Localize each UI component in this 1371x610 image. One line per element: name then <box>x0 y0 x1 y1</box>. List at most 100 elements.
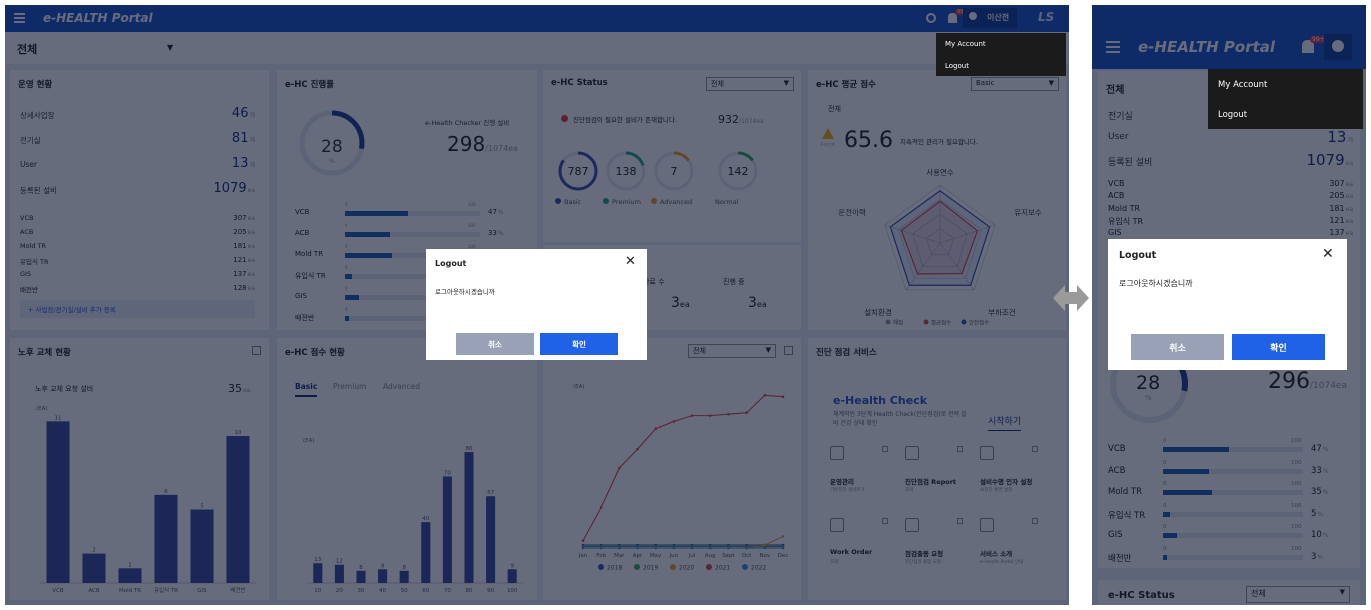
close-icon[interactable]: ✕ <box>625 255 636 268</box>
brand-logo[interactable]: e-HEALTH Portal <box>1138 38 1275 56</box>
external-link-icon[interactable] <box>252 346 261 355</box>
bar-data-label: 8 <box>359 565 363 571</box>
hamburger-icon[interactable] <box>1106 41 1120 53</box>
external-link-icon[interactable] <box>1032 446 1038 452</box>
mobile-filter-value[interactable]: 전체 <box>1106 81 1124 96</box>
service-item-icon[interactable] <box>905 446 919 460</box>
mobile-status-select[interactable]: 전체 <box>1246 586 1350 603</box>
bar-data-label: 10 <box>235 430 242 436</box>
gear-icon[interactable] <box>926 13 936 23</box>
service-item-title[interactable]: 설비수명 인자 설정 <box>980 476 1032 486</box>
series-line <box>582 394 784 541</box>
ops-sub-unit: ea <box>247 285 255 292</box>
x-tick-label: Apr <box>633 553 643 559</box>
progress-fill <box>345 274 352 279</box>
score-select[interactable]: Basic <box>971 77 1059 91</box>
service-item-icon[interactable] <box>980 446 994 460</box>
service-item-title[interactable]: 서비스 소개 <box>980 548 1012 558</box>
aging-bar-chart: (EA) 11 VCB 2 ACB 1 Mold TR 6 유입식 TR 5 GIS 10 배전반 <box>36 406 256 594</box>
trend-select[interactable]: 전체 <box>688 344 776 358</box>
scoredist-tab[interactable]: Basic <box>295 382 318 397</box>
progress-track <box>1163 490 1303 495</box>
ops-row-value: 81개 <box>232 131 255 146</box>
status-title: e-HC Status <box>551 78 608 88</box>
progress-pct-value: 35 <box>1311 487 1322 497</box>
bar <box>190 509 214 583</box>
series-point <box>654 427 658 431</box>
legend-dot <box>670 564 676 570</box>
bar-data-label: 8 <box>402 565 406 571</box>
ops-sub-count: 181 <box>233 242 247 250</box>
progress-fill <box>1163 490 1212 495</box>
brand-logo[interactable]: e-HEALTH Portal <box>43 11 153 25</box>
service-item-title[interactable]: Work Order <box>830 548 872 556</box>
service-item-sub: e-Health Portal 안내 <box>980 560 1024 565</box>
scoredist-tab[interactable]: Advanced <box>383 382 420 395</box>
ops-sub-value: 121ea <box>233 256 255 264</box>
radar-legend-dot <box>923 319 929 325</box>
aging-req-count: 35 <box>228 382 242 395</box>
status-circle-value: 787 <box>568 165 589 178</box>
status-circle: 138 <box>606 151 646 191</box>
progress-fill <box>1163 447 1229 452</box>
checker-total: /1074ea <box>485 144 519 153</box>
series-point <box>781 395 785 399</box>
donut-value: 28 <box>321 137 343 157</box>
x-tick-label: 60 <box>422 588 429 594</box>
close-icon[interactable]: ✕ <box>1322 247 1334 261</box>
service-item-icon[interactable] <box>830 518 844 532</box>
cancel-button[interactable]: 취소 <box>456 333 534 355</box>
external-link-icon[interactable] <box>784 346 793 355</box>
ops-sub-label: Mold TR <box>20 242 47 250</box>
cancel-button[interactable]: 취소 <box>1131 334 1224 360</box>
service-item-title[interactable]: 점검출동 요청 <box>905 548 943 558</box>
start-button[interactable]: 시작하기 <box>988 414 1022 431</box>
radar-legend-label: 안전점수 <box>969 319 989 326</box>
alert-icon <box>561 115 568 122</box>
service-item-icon[interactable] <box>905 518 919 532</box>
x-tick-label: Jan <box>578 553 588 559</box>
mobile-screen: e-HEALTH Portal 99+ 전체 전기실 User 13개 등록된 설비 1… <box>1092 5 1366 605</box>
scale-max: 100 <box>1291 524 1302 530</box>
external-link-icon[interactable] <box>1032 518 1038 524</box>
ops-sub-count: 205 <box>233 228 247 236</box>
menu-my-account[interactable]: My Account <box>1218 80 1267 90</box>
user-menu[interactable]: 이산전 <box>963 8 1017 28</box>
radar-axis-label: 유지보수 <box>1014 208 1042 217</box>
scoredist-tab[interactable]: Premium <box>333 382 366 395</box>
progress-fill <box>345 316 350 321</box>
aging-req-unit: ea <box>243 387 251 394</box>
site-filter[interactable]: 전체 ▼ <box>17 41 177 57</box>
add-register-link[interactable]: + 사업장/전기실/설비 추가 등록 <box>20 300 255 318</box>
status-legend: Normal <box>715 198 739 206</box>
ops-sub-unit: ea <box>247 229 255 236</box>
menu-my-account[interactable]: My Account <box>945 40 986 48</box>
service-item-title[interactable]: 운영관리 <box>830 476 854 486</box>
service-item-icon[interactable] <box>980 518 994 532</box>
service-item-icon[interactable] <box>830 446 844 460</box>
chevron-down-icon: ▼ <box>167 43 174 52</box>
legend-dot <box>634 564 640 570</box>
bar-data-label: 2 <box>92 548 96 554</box>
menu-logout[interactable]: Logout <box>1218 110 1247 120</box>
ops-sub-value: 307ea <box>233 214 255 222</box>
hamburger-icon[interactable] <box>14 13 25 23</box>
ops-rows: 상세사업장 46개 전기실 81개 User 13개 등록된 설비 1079ea VCB 307e… <box>20 106 255 310</box>
confirm-button[interactable]: 확인 <box>1232 334 1325 360</box>
ls-logo: LS <box>1038 10 1055 24</box>
bar <box>82 553 106 583</box>
series-point <box>763 546 767 550</box>
status-select[interactable]: 전체 <box>706 77 794 91</box>
ops-unit: 개 <box>249 112 255 119</box>
mobile-status-card: e-HC Status 전체 <box>1098 580 1360 605</box>
external-link-icon[interactable] <box>957 446 963 452</box>
external-link-icon[interactable] <box>957 518 963 524</box>
menu-logout[interactable]: Logout <box>945 62 969 70</box>
radar-legend-label: 평균점수 <box>931 320 951 326</box>
service-item-title[interactable]: 진단점검 Report <box>905 476 956 486</box>
mobile-ops-sub-count: 181 <box>1329 203 1345 213</box>
confirm-button[interactable]: 확인 <box>540 333 618 355</box>
external-link-icon[interactable] <box>882 446 888 452</box>
external-link-icon[interactable] <box>882 518 888 524</box>
user-button[interactable] <box>1324 34 1352 60</box>
